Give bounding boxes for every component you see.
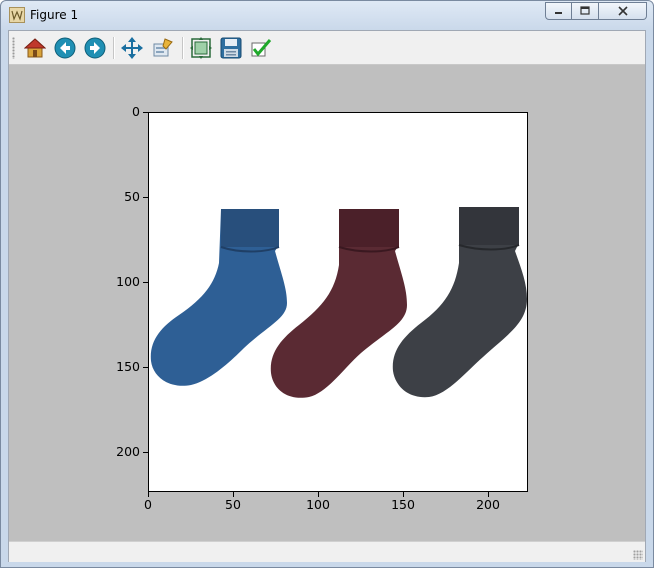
y-tick-label: 50	[124, 189, 140, 204]
title-bar[interactable]: Figure 1	[1, 1, 653, 29]
edit-curves-button[interactable]	[249, 36, 273, 60]
figure-window: Figure 1 0 50 100 150 200 0 50 100 150 2…	[0, 0, 654, 568]
minimize-button[interactable]	[545, 2, 572, 20]
move-arrows-icon	[121, 37, 143, 59]
resize-grip[interactable]	[633, 550, 643, 560]
y-tick-label: 0	[132, 104, 140, 119]
home-icon	[24, 38, 46, 58]
subplots-button[interactable]	[189, 36, 213, 60]
figure-client-area: 0 50 100 150 200 0 50 100 150 200	[8, 30, 646, 562]
forward-arrow-icon	[84, 37, 106, 59]
back-button[interactable]	[53, 36, 77, 60]
window-title: Figure 1	[30, 8, 79, 22]
home-button[interactable]	[23, 36, 47, 60]
save-button[interactable]	[219, 36, 243, 60]
x-tick-label: 100	[306, 497, 330, 512]
y-tick-mark	[143, 282, 148, 283]
figure-canvas[interactable]: 0 50 100 150 200 0 50 100 150 200	[9, 65, 645, 541]
zoom-button[interactable]	[151, 36, 175, 60]
y-tick-label: 150	[116, 359, 140, 374]
x-tick-label: 0	[144, 497, 152, 512]
pan-button[interactable]	[120, 36, 144, 60]
toolbar-separator	[182, 37, 184, 59]
axes-image[interactable]	[148, 112, 528, 492]
forward-button[interactable]	[83, 36, 107, 60]
maximize-button[interactable]	[572, 2, 599, 20]
x-tick-label: 150	[391, 497, 415, 512]
subplots-config-icon	[190, 37, 212, 59]
y-tick-label: 200	[116, 444, 140, 459]
app-icon	[9, 7, 25, 23]
floppy-disk-icon	[220, 37, 242, 59]
toolbar-grip[interactable]	[12, 37, 15, 59]
y-tick-mark	[143, 367, 148, 368]
x-tick-label: 50	[225, 497, 241, 512]
status-bar	[9, 541, 645, 562]
y-tick-mark	[143, 112, 148, 113]
y-tick-label: 100	[116, 274, 140, 289]
zoom-rect-icon	[153, 38, 173, 57]
close-button[interactable]	[599, 2, 647, 20]
toolbar-separator	[113, 37, 115, 59]
socks-photo	[149, 113, 527, 491]
navigation-toolbar	[9, 31, 645, 65]
x-tick-label: 200	[476, 497, 500, 512]
y-tick-mark	[143, 197, 148, 198]
checkmark-icon	[251, 39, 272, 57]
y-tick-mark	[143, 452, 148, 453]
back-arrow-icon	[54, 37, 76, 59]
